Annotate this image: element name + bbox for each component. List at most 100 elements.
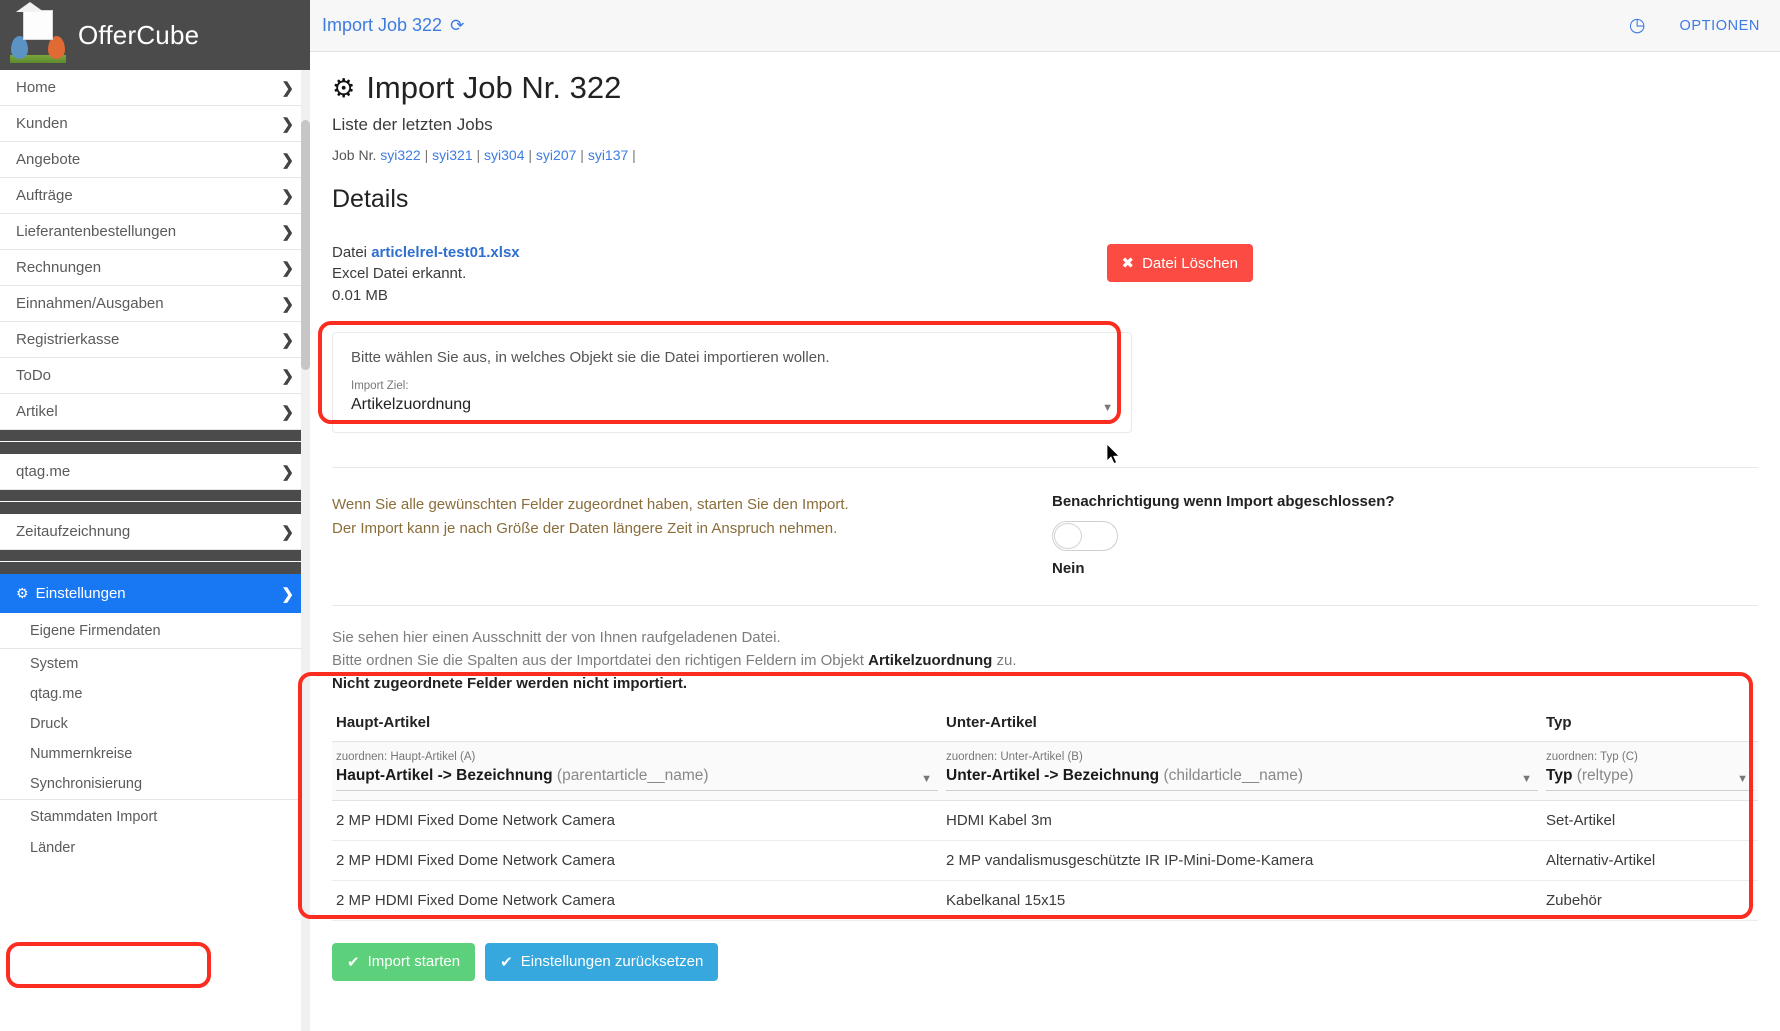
sidebar-item-zeitaufzeichnung[interactable]: Zeitaufzeichnung ❯ [0, 514, 310, 550]
sidebar-scrollbar[interactable] [301, 70, 310, 1031]
sidebar-item-einstellungen[interactable]: ⚙ Einstellungen ❯ [0, 574, 310, 613]
start-import-button[interactable]: ✔ Import starten [332, 943, 475, 981]
mapping-table-head: Haupt-Artikel Unter-Artikel Typ [332, 710, 1758, 742]
sidebar-item-einnahmen-ausgaben[interactable]: Einnahmen/Ausgaben ❯ [0, 286, 310, 322]
job-link-syi304[interactable]: syi304 [484, 147, 524, 163]
sidebar-item-auftraege[interactable]: Aufträge ❯ [0, 178, 310, 214]
app-root: OfferCube Home ❯ Kunden ❯ Angebote ❯ Auf… [0, 0, 1780, 1031]
details-heading: Details [332, 185, 1758, 214]
topbar-title-group[interactable]: Import Job 322 ⟳ [322, 15, 464, 36]
chevron-right-icon: ❯ [281, 367, 294, 385]
table-row: 2 MP HDMI Fixed Dome Network Camera 2 MP… [332, 840, 1758, 880]
refresh-icon[interactable]: ⟳ [450, 16, 464, 36]
sidebar-item-label: Zeitaufzeichnung [16, 523, 130, 540]
chevron-right-icon: ❯ [281, 403, 294, 421]
file-name-link[interactable]: articlelrel-test01.xlsx [371, 244, 519, 261]
sidebar-item-todo[interactable]: ToDo ❯ [0, 358, 310, 394]
job-link-syi321[interactable]: syi321 [432, 147, 472, 163]
sidebar-subitem-stammdaten-import[interactable]: Stammdaten Import [0, 799, 310, 833]
sidebar-item-label: ToDo [16, 367, 51, 384]
options-button[interactable]: OPTIONEN [1679, 18, 1760, 34]
chevron-right-icon: ❯ [281, 223, 294, 241]
divider [332, 467, 1758, 468]
brand-header: OfferCube [0, 0, 310, 70]
sidebar-subitem-qtagme[interactable]: qtag.me [0, 679, 310, 709]
table-row: 2 MP HDMI Fixed Dome Network Camera Kabe… [332, 880, 1758, 920]
sidebar-item-label: Einstellungen [36, 585, 126, 602]
page-title: ⚙ Import Job Nr. 322 [332, 70, 1758, 106]
sidebar-item-label: Lieferantenbestellungen [16, 223, 176, 240]
joblist-label: Job Nr. [332, 147, 376, 163]
sidebar-item-qtagme[interactable]: qtag.me ❯ [0, 454, 310, 490]
notification-toggle[interactable] [1052, 521, 1118, 551]
clock-icon[interactable]: ◷ [1629, 14, 1646, 37]
sidebar-subitem-label: Druck [30, 716, 68, 732]
sidebar-item-lieferantenbestellungen[interactable]: Lieferantenbestellungen ❯ [0, 214, 310, 250]
sidebar-subitem-druck[interactable]: Druck [0, 709, 310, 739]
mapping-select-a-value: Haupt-Artikel -> Bezeichnung (parentarti… [336, 767, 709, 785]
chevron-down-icon: ▼ [1737, 773, 1748, 785]
reset-settings-button[interactable]: ✔ Einstellungen zurücksetzen [485, 943, 718, 981]
sidebar-nav: Home ❯ Kunden ❯ Angebote ❯ Aufträge ❯ Li… [0, 70, 310, 863]
column-header-typ: Typ [1542, 710, 1758, 742]
sidebar-item-artikel[interactable]: Artikel ❯ [0, 394, 310, 430]
sidebar-scrollbar-thumb[interactable] [301, 120, 310, 370]
sidebar-subitem-eigene-firmendaten[interactable]: Eigene Firmendaten [0, 613, 310, 649]
top-bar: Import Job 322 ⟳ ◷ OPTIONEN [310, 0, 1780, 52]
sidebar-item-kunden[interactable]: Kunden ❯ [0, 106, 310, 142]
mapping-select-b-field: (childarticle__name) [1163, 767, 1303, 784]
gear-icon: ⚙ [16, 585, 29, 602]
sidebar-item-label: qtag.me [16, 463, 70, 480]
import-target-value: Artikelzuordnung [351, 396, 471, 414]
sidebar-divider [0, 490, 310, 502]
sidebar-item-registrierkasse[interactable]: Registrierkasse ❯ [0, 322, 310, 358]
sidebar-subitem-synchronisierung[interactable]: Synchronisierung [0, 769, 310, 799]
sidebar-item-home[interactable]: Home ❯ [0, 70, 310, 106]
sidebar-item-angebote[interactable]: Angebote ❯ [0, 142, 310, 178]
delete-file-button[interactable]: ✖ Datei Löschen [1107, 244, 1253, 282]
import-target-select[interactable]: Artikelzuordnung ▼ [351, 396, 1113, 422]
job-link-syi137[interactable]: syi137 [588, 147, 628, 163]
chevron-down-icon: ▼ [921, 773, 932, 785]
divider [332, 605, 1758, 606]
file-recognized: Excel Datei erkannt. [332, 263, 520, 284]
chevron-right-icon: ❯ [281, 585, 294, 603]
sidebar-item-label: Angebote [16, 151, 80, 168]
cell-unter-artikel: HDMI Kabel 3m [942, 800, 1542, 840]
sidebar-subitem-laender[interactable]: Länder [0, 833, 310, 863]
brand-name: OfferCube [78, 20, 199, 51]
sidebar-subitem-system[interactable]: System [0, 649, 310, 679]
sidebar-divider [0, 502, 310, 514]
page-title-text: Import Job Nr. 322 [366, 70, 621, 106]
delete-file-label: Datei Löschen [1142, 255, 1238, 272]
chevron-right-icon: ❯ [281, 259, 294, 277]
sidebar-item-label: Home [16, 79, 56, 96]
mapping-intro: Sie sehen hier einen Ausschnitt der von … [332, 626, 1758, 696]
mapping-select-c[interactable]: Typ (reltype) ▼ [1546, 767, 1754, 791]
job-link-syi207[interactable]: syi207 [536, 147, 576, 163]
column-header-haupt-artikel: Haupt-Artikel [332, 710, 942, 742]
job-link-syi322[interactable]: syi322 [380, 147, 420, 163]
mapping-select-a[interactable]: Haupt-Artikel -> Bezeichnung (parentarti… [336, 767, 938, 791]
sidebar-subitem-label: qtag.me [30, 686, 82, 702]
sidebar-item-rechnungen[interactable]: Rechnungen ❯ [0, 250, 310, 286]
content-area: ⚙ Import Job Nr. 322 Liste der letzten J… [310, 52, 1780, 981]
sidebar-subitem-nummernkreise[interactable]: Nummernkreise [0, 739, 310, 769]
import-instruction-line-2: Der Import kann je nach Größe der Daten … [332, 517, 1052, 541]
chevron-right-icon: ❯ [281, 523, 294, 541]
mapping-cell-b: zuordnen: Unter-Artikel (B) Unter-Artike… [942, 741, 1542, 800]
chevron-right-icon: ❯ [281, 187, 294, 205]
cell-typ: Alternativ-Artikel [1542, 840, 1758, 880]
mapping-table: Haupt-Artikel Unter-Artikel Typ zuordnen… [332, 710, 1758, 921]
cell-haupt-artikel: 2 MP HDMI Fixed Dome Network Camera [332, 840, 942, 880]
mapping-select-row: zuordnen: Haupt-Artikel (A) Haupt-Artike… [332, 741, 1758, 800]
chevron-down-icon: ▼ [1521, 773, 1532, 785]
sidebar-subitem-label: Eigene Firmendaten [30, 623, 161, 639]
notification-toggle-state: Nein [1052, 560, 1395, 577]
mapping-intro-object: Artikelzuordnung [868, 652, 992, 669]
table-row: 2 MP HDMI Fixed Dome Network Camera HDMI… [332, 800, 1758, 840]
file-name-line: Datei articlelrel-test01.xlsx [332, 242, 520, 263]
sidebar-item-label: Aufträge [16, 187, 73, 204]
mapping-select-b[interactable]: Unter-Artikel -> Bezeichnung (childartic… [946, 767, 1538, 791]
notification-toggle-knob [1054, 523, 1082, 549]
